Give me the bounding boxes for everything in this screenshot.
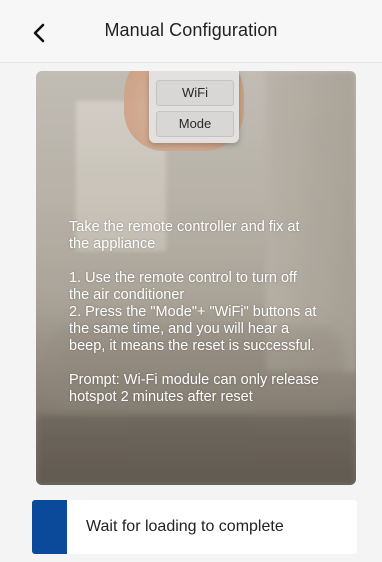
instruction-step-2: 2. Press the "Mode"+ "WiFi" buttons at t… <box>69 304 317 354</box>
loading-status-text: Wait for loading to complete <box>86 518 284 535</box>
instruction-step-1: 1. Use the remote control to turn off th… <box>69 270 297 303</box>
loading-status-bar: Wait for loading to complete <box>32 500 357 554</box>
instruction-intro: Take the remote controller and fix at th… <box>69 219 300 252</box>
header-bar: Manual Configuration <box>0 0 382 63</box>
manual-configuration-screen: Manual Configuration WiFi Mode Take the … <box>0 0 382 562</box>
instruction-prompt: Prompt: Wi-Fi module can only release ho… <box>69 372 319 405</box>
instruction-illustration: WiFi Mode Take the remote controller and… <box>36 71 356 485</box>
instruction-text: Take the remote controller and fix at th… <box>69 219 319 406</box>
status-accent <box>32 500 67 554</box>
page-title: Manual Configuration <box>104 20 278 40</box>
